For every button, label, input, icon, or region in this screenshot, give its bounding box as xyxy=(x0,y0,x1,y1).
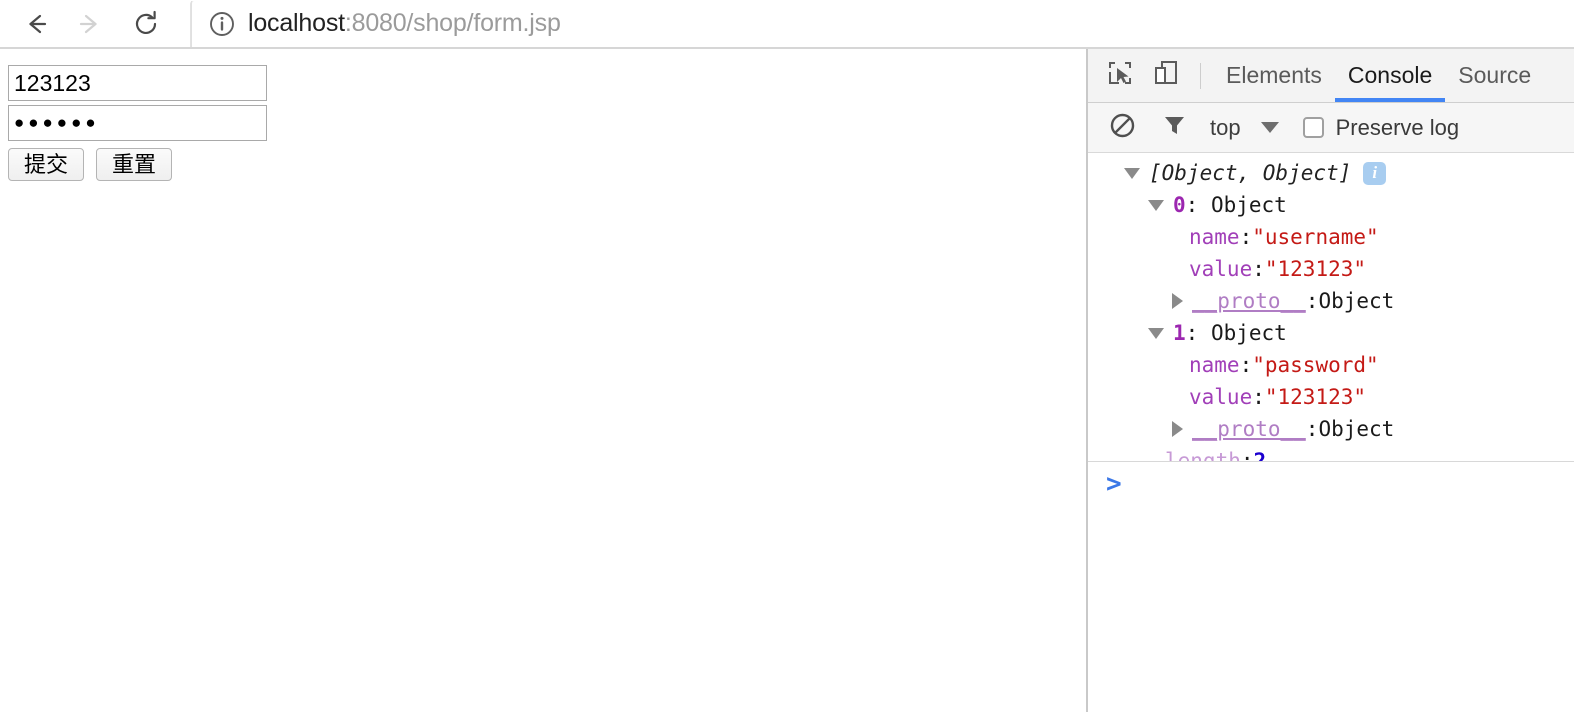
page-viewport: 提交 重置 xyxy=(0,49,1086,712)
prompt-chevron-icon: > xyxy=(1106,469,1122,499)
property-value-string: "123123" xyxy=(1264,257,1367,281)
proto-value: Object xyxy=(1318,417,1395,441)
property-separator: : xyxy=(1239,225,1253,249)
proto-key: __proto__ xyxy=(1192,289,1306,313)
tab-console[interactable]: Console xyxy=(1334,49,1446,102)
console-row-property: value : "123123" xyxy=(1088,253,1574,285)
chevron-down-icon[interactable] xyxy=(1260,122,1279,133)
password-input[interactable] xyxy=(8,105,267,141)
execution-context-label[interactable]: top xyxy=(1210,115,1241,141)
username-input[interactable] xyxy=(8,65,267,101)
console-input[interactable] xyxy=(1122,462,1574,506)
proto-value: Object xyxy=(1318,289,1395,313)
property-key: value xyxy=(1189,257,1253,281)
clear-console-button[interactable] xyxy=(1102,108,1142,148)
disclosure-triangle-right-icon[interactable] xyxy=(1172,421,1183,437)
clear-console-icon xyxy=(1109,112,1136,144)
browser-chrome: localhost:8080/shop/form.jsp xyxy=(0,0,1574,47)
property-separator: : xyxy=(1305,417,1319,441)
object-type-label: : Object xyxy=(1185,193,1287,217)
submit-button[interactable]: 提交 xyxy=(8,148,84,181)
console-row-property: name : "username" xyxy=(1088,221,1574,253)
form-button-row: 提交 重置 xyxy=(8,148,267,181)
property-separator: : xyxy=(1305,289,1319,313)
property-key: value xyxy=(1189,385,1253,409)
property-key: name xyxy=(1189,353,1240,377)
console-row-property: name : "password" xyxy=(1088,349,1574,381)
console-toolbar: top Preserve log xyxy=(1088,103,1574,153)
array-preview-text: [Object, Object] xyxy=(1149,161,1352,185)
devtools-tabbar: Elements Console Source xyxy=(1088,49,1574,103)
property-value-string: "123123" xyxy=(1264,385,1367,409)
back-button[interactable] xyxy=(14,2,58,46)
url-text: localhost:8080/shop/form.jsp xyxy=(248,9,561,38)
url-path: :8080/shop/form.jsp xyxy=(344,9,561,37)
proto-key: __proto__ xyxy=(1192,417,1306,441)
reset-button[interactable]: 重置 xyxy=(96,148,172,181)
preserve-log-label[interactable]: Preserve log xyxy=(1336,115,1460,141)
url-host: localhost xyxy=(248,9,345,37)
array-index-label: 0 xyxy=(1173,193,1186,217)
inspect-element-button[interactable] xyxy=(1100,56,1140,96)
site-info-icon[interactable] xyxy=(207,9,237,39)
address-bar[interactable]: localhost:8080/shop/form.jsp xyxy=(190,0,1574,47)
property-separator: : xyxy=(1240,449,1254,461)
arrow-right-icon xyxy=(75,9,105,39)
info-badge-icon: i xyxy=(1363,161,1387,185)
preserve-log-checkbox[interactable] xyxy=(1302,117,1324,138)
property-separator: : xyxy=(1239,353,1253,377)
property-key: name xyxy=(1189,225,1240,249)
console-row-proto[interactable]: __proto__ : Object xyxy=(1088,285,1574,317)
disclosure-triangle-down-icon[interactable] xyxy=(1148,327,1164,339)
console-row-length: length : 2 xyxy=(1088,445,1574,461)
arrow-left-icon xyxy=(21,9,51,39)
console-prompt-row[interactable]: > xyxy=(1088,462,1574,506)
device-toolbar-button[interactable] xyxy=(1146,56,1186,96)
console-row-proto[interactable]: __proto__ : Object xyxy=(1088,413,1574,445)
console-row-index-1[interactable]: 1 : Object xyxy=(1088,317,1574,349)
filter-funnel-icon xyxy=(1161,112,1188,144)
filter-button[interactable] xyxy=(1154,108,1194,148)
console-log-area: [Object, Object] i 0 : Object name : "us… xyxy=(1088,153,1574,461)
devtools-panel: Elements Console Source top Preserve log xyxy=(1086,49,1574,712)
length-value: 2 xyxy=(1253,449,1267,461)
device-toolbar-icon xyxy=(1152,59,1180,92)
reload-button[interactable] xyxy=(124,2,168,46)
inspect-element-icon xyxy=(1106,59,1134,92)
tab-elements[interactable]: Elements xyxy=(1213,49,1335,102)
length-key: length xyxy=(1165,449,1241,461)
disclosure-triangle-down-icon[interactable] xyxy=(1148,199,1164,211)
property-separator: : xyxy=(1252,385,1265,409)
disclosure-triangle-right-icon[interactable] xyxy=(1172,293,1183,309)
toolbar-divider xyxy=(1200,62,1201,89)
console-row-array[interactable]: [Object, Object] i xyxy=(1088,157,1574,189)
login-form: 提交 重置 xyxy=(8,65,267,181)
array-index-label: 1 xyxy=(1173,321,1186,345)
property-separator: : xyxy=(1252,257,1265,281)
property-value-string: "username" xyxy=(1252,225,1379,249)
tab-sources[interactable]: Source xyxy=(1445,49,1544,102)
console-row-index-0[interactable]: 0 : Object xyxy=(1088,189,1574,221)
forward-button[interactable] xyxy=(68,2,112,46)
disclosure-triangle-down-icon[interactable] xyxy=(1124,167,1140,179)
reload-icon xyxy=(130,8,162,40)
property-value-string: "password" xyxy=(1252,353,1379,377)
console-row-property: value : "123123" xyxy=(1088,381,1574,413)
object-type-label: : Object xyxy=(1185,321,1287,345)
